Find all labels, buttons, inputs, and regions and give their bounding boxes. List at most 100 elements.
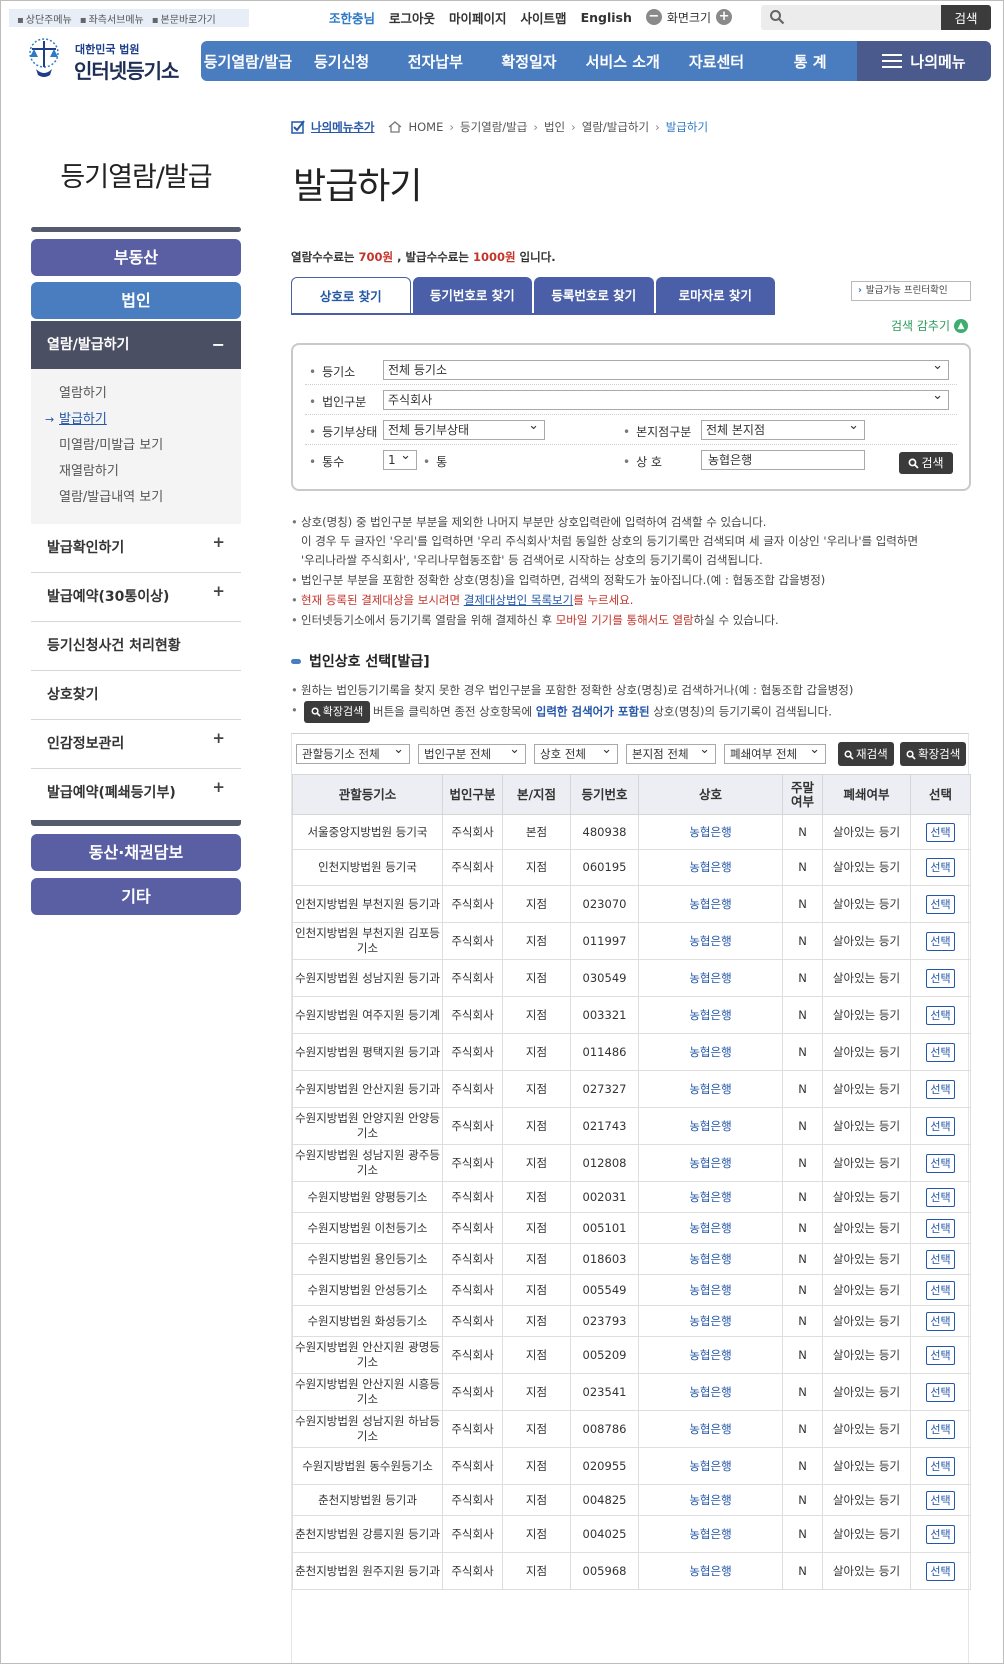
site-logo[interactable]: 대한민국 법원 인터넷등기소	[17, 33, 197, 83]
lnb-sub-item-issue[interactable]: 발급하기	[31, 407, 241, 433]
filter-corp-type-select[interactable]: 법인구분 전체	[418, 741, 526, 764]
company-name-link[interactable]: 농협은행	[689, 1283, 731, 1297]
select-button[interactable]: 선택	[926, 1524, 955, 1544]
company-name-link[interactable]: 농협은행	[689, 1493, 731, 1507]
tab-by-registration-number[interactable]: 등록번호로 찾기	[534, 277, 654, 314]
company-name-link[interactable]: 농협은행	[689, 860, 731, 874]
lnb-menu-case-status[interactable]: 등기신청사건 처리현황	[31, 622, 241, 671]
name-input[interactable]: 농협은행	[701, 450, 865, 470]
logout-link[interactable]: 로그아웃	[389, 8, 435, 27]
payment-target-list-link[interactable]: 결제대상법인 목록보기	[464, 593, 573, 607]
copies-select[interactable]: 1	[383, 447, 417, 470]
top-search-input[interactable]	[791, 8, 921, 27]
filter-branch-select[interactable]: 본지점 전체	[626, 741, 716, 764]
my-menu-button[interactable]: 나의메뉴	[857, 41, 991, 81]
lnb-menu-name-search[interactable]: 상호찾기	[31, 671, 241, 720]
top-search-button[interactable]: 검색	[941, 5, 991, 30]
select-button[interactable]: 선택	[926, 1249, 955, 1269]
research-button[interactable]: 재검색	[838, 742, 894, 766]
select-button[interactable]: 선택	[926, 1005, 955, 1025]
company-name-link[interactable]: 농협은행	[689, 1314, 731, 1328]
status-select[interactable]: 전체 등기부상태	[383, 417, 545, 440]
expand-search-inline-button[interactable]: 확장검색	[304, 701, 370, 723]
company-name-link[interactable]: 농협은행	[689, 1422, 731, 1436]
corp-type-select[interactable]: 주식회사	[383, 387, 949, 410]
gnb-item-fixed-date[interactable]: 확정일자	[482, 51, 576, 72]
branch-select[interactable]: 전체 본지점	[701, 417, 865, 440]
company-name-link[interactable]: 농협은행	[689, 1008, 731, 1022]
company-name-link[interactable]: 농협은행	[689, 1119, 731, 1133]
lnb-menu-issue-confirm[interactable]: 발급확인하기 +	[31, 524, 241, 573]
filter-registry-select[interactable]: 관할등기소 전체	[296, 741, 410, 764]
tab-by-roman[interactable]: 로마자로 찾기	[655, 277, 775, 314]
select-button[interactable]: 선택	[926, 1311, 955, 1331]
select-button[interactable]: 선택	[926, 1419, 955, 1439]
company-name-link[interactable]: 농협은행	[689, 1045, 731, 1059]
company-name-link[interactable]: 농협은행	[689, 971, 731, 985]
company-name-link[interactable]: 농협은행	[689, 1221, 731, 1235]
tab-by-registry-number[interactable]: 등기번호로 찾기	[412, 277, 532, 314]
select-button[interactable]: 선택	[926, 858, 955, 877]
breadcrumb-registry-view[interactable]: 등기열람/발급	[460, 119, 527, 135]
zoom-out-icon[interactable]: −	[645, 9, 662, 25]
lnb-real-estate-button[interactable]: 부동산	[31, 239, 241, 276]
company-name-link[interactable]: 농협은행	[689, 1190, 731, 1204]
lnb-corporation-button[interactable]: 법인	[31, 282, 241, 319]
gnb-item-service-intro[interactable]: 서비스 소개	[576, 51, 670, 72]
skip-link-side-menu[interactable]: 좌측서브메뉴	[80, 11, 144, 26]
select-button[interactable]: 선택	[926, 1116, 955, 1136]
breadcrumb-view-issue[interactable]: 열람/발급하기	[582, 119, 649, 135]
breadcrumb-corporation[interactable]: 법인	[544, 119, 565, 135]
lnb-menu-closed-reserve[interactable]: 발급예약(폐쇄등기부) +	[31, 769, 241, 818]
gnb-item-e-payment[interactable]: 전자납부	[388, 51, 482, 72]
printer-check-button[interactable]: 발급가능 프린터확인	[851, 281, 971, 301]
select-button[interactable]: 선택	[926, 1079, 955, 1099]
select-button[interactable]: 선택	[926, 1218, 955, 1238]
sitemap-link[interactable]: 사이트맵	[521, 8, 567, 27]
company-name-link[interactable]: 농협은행	[689, 934, 731, 948]
select-button[interactable]: 선택	[926, 822, 955, 842]
select-button[interactable]: 선택	[926, 931, 955, 951]
add-my-menu-link[interactable]: 나의메뉴추가	[311, 119, 374, 135]
gnb-item-statistics[interactable]: 통 계	[763, 51, 857, 72]
select-button[interactable]: 선택	[926, 1153, 955, 1173]
select-button[interactable]: 선택	[926, 1345, 955, 1365]
skip-link-content[interactable]: 본문바로가기	[152, 11, 216, 26]
select-button[interactable]: 선택	[926, 1382, 955, 1402]
lnb-sub-item-view[interactable]: 열람하기	[31, 381, 241, 407]
lnb-sub-item-unviewed[interactable]: 미열람/미발급 보기	[31, 433, 241, 459]
mypage-link[interactable]: 마이페이지	[449, 8, 507, 27]
registry-select[interactable]: 전체 등기소	[383, 357, 949, 380]
gnb-item-registry-apply[interactable]: 등기신청	[295, 51, 389, 72]
tab-by-name[interactable]: 상호로 찾기	[291, 277, 411, 314]
lnb-movable-asset-button[interactable]: 동산·채권담보	[31, 834, 241, 871]
breadcrumb-home[interactable]: HOME	[408, 120, 443, 134]
lnb-sub-item-review[interactable]: 재열람하기	[31, 459, 241, 485]
select-button[interactable]: 선택	[926, 968, 955, 988]
select-button[interactable]: 선택	[926, 1456, 955, 1476]
expand-search-button[interactable]: 확장검색	[900, 742, 967, 766]
company-name-link[interactable]: 농협은행	[689, 825, 731, 839]
select-button[interactable]: 선택	[926, 1187, 955, 1207]
company-name-link[interactable]: 농협은행	[689, 1082, 731, 1096]
company-name-link[interactable]: 농협은행	[689, 1385, 731, 1399]
zoom-in-icon[interactable]: +	[716, 9, 733, 25]
company-name-link[interactable]: 농협은행	[689, 1459, 731, 1473]
gnb-item-registry-view[interactable]: 등기열람/발급	[201, 51, 295, 72]
select-button[interactable]: 선택	[926, 894, 955, 914]
filter-name-select[interactable]: 상호 전체	[534, 741, 618, 764]
filter-closed-select[interactable]: 폐쇄여부 전체	[724, 741, 826, 764]
lnb-menu-seal-info[interactable]: 인감정보관리 +	[31, 720, 241, 769]
hide-search-toggle[interactable]: 검색 감추기 ▲	[891, 317, 969, 334]
lnb-sub-title[interactable]: 열람/발급하기 −	[31, 321, 241, 369]
select-button[interactable]: 선택	[926, 1490, 955, 1510]
english-link[interactable]: English	[581, 10, 632, 25]
company-name-link[interactable]: 농협은행	[689, 1252, 731, 1266]
company-name-link[interactable]: 농협은행	[689, 1527, 731, 1541]
select-button[interactable]: 선택	[926, 1561, 955, 1581]
select-button[interactable]: 선택	[926, 1280, 955, 1300]
gnb-item-data-center[interactable]: 자료센터	[670, 51, 764, 72]
company-name-link[interactable]: 농협은행	[689, 1348, 731, 1362]
company-name-link[interactable]: 농협은행	[689, 897, 731, 911]
skip-link-top-menu[interactable]: 상단주메뉴	[17, 11, 72, 26]
